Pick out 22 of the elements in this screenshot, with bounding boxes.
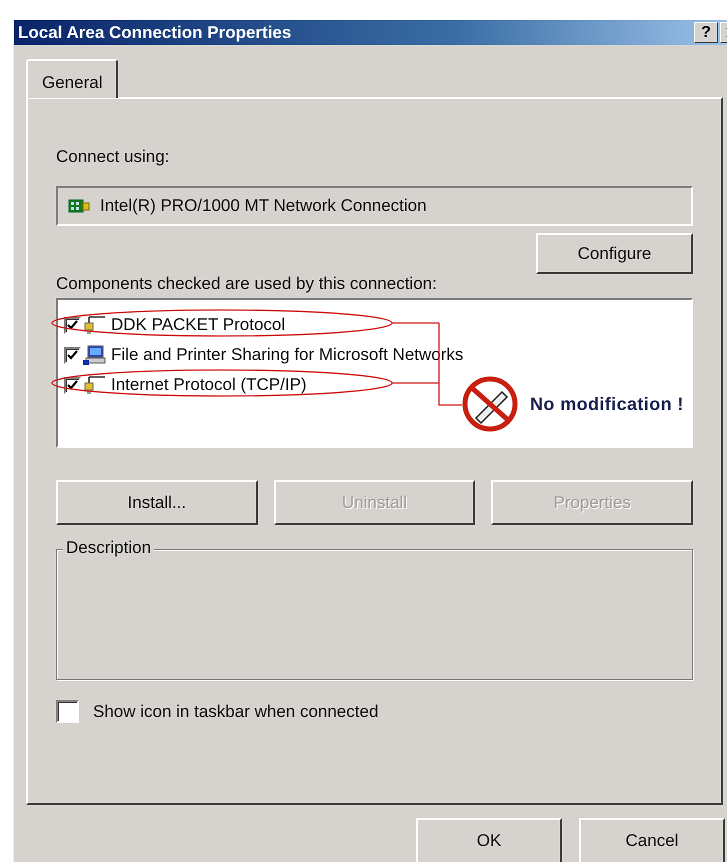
connect-using-label: Connect using: xyxy=(56,147,170,168)
help-button[interactable]: ? xyxy=(694,22,718,43)
configure-button[interactable]: Configure xyxy=(536,233,693,274)
checkbox-label: Show icon in taskbar when connected xyxy=(93,702,378,722)
components-label: Components checked are used by this connection: xyxy=(56,274,438,295)
adapter-name: Intel(R) PRO/1000 MT Network Connection xyxy=(100,196,427,216)
component-item[interactable]: DDK PACKET Protocol xyxy=(58,310,691,340)
computer-icon xyxy=(83,345,107,365)
component-button[interactable]: Install... xyxy=(56,480,258,525)
prohibited-pencil-icon xyxy=(462,376,518,432)
cable-plug-icon xyxy=(83,375,107,395)
description-label: Description xyxy=(63,538,154,558)
dialog-button[interactable]: OK xyxy=(416,818,562,862)
cable-plug-icon xyxy=(83,315,107,335)
checkbox[interactable] xyxy=(56,700,79,723)
tab[interactable]: General xyxy=(26,59,118,98)
dialog-button[interactable]: Cancel xyxy=(579,818,725,862)
network-card-icon xyxy=(68,198,90,214)
component-label: Internet Protocol (TCP/IP) xyxy=(111,375,307,395)
annotation-text: No modification ! xyxy=(530,394,684,415)
window-title: Local Area Connection Properties xyxy=(18,22,292,42)
component-label: DDK PACKET Protocol xyxy=(111,315,286,335)
